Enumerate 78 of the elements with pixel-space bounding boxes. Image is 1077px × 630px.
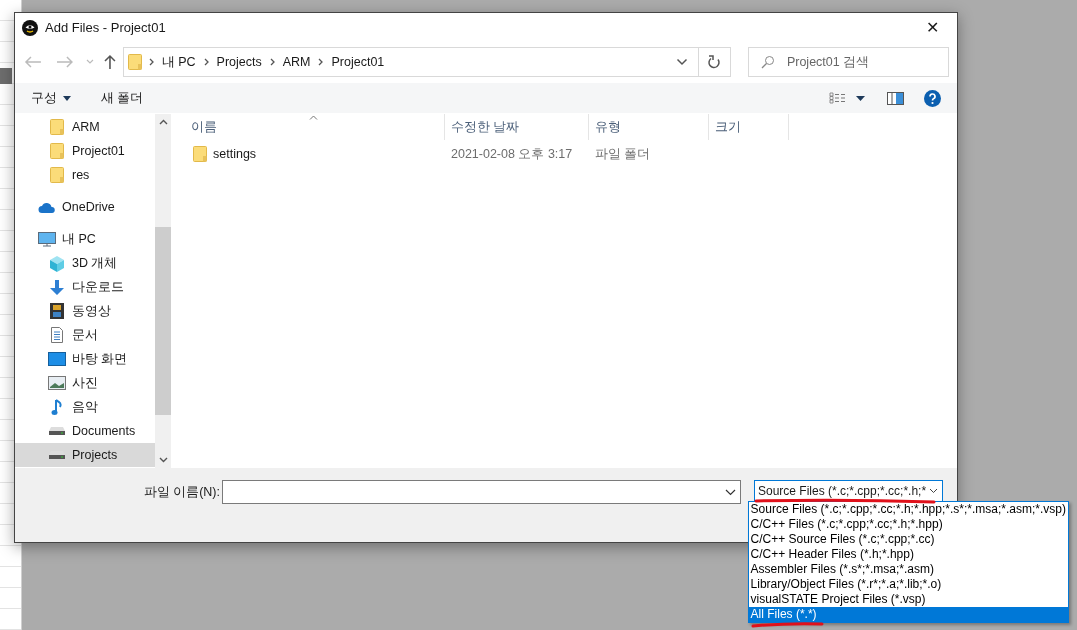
film-icon [49,303,64,319]
document-icon [50,327,63,343]
monitor-icon [47,352,66,366]
sidebar-item[interactable]: Projects [15,443,155,467]
cloud-icon [37,201,56,213]
new-folder-button[interactable]: 새 폴더 [101,88,144,108]
chevron-down-icon [725,488,736,496]
file-name[interactable]: settings [213,144,257,164]
sidebar-item[interactable]: OneDrive [15,195,155,219]
sidebar-item[interactable]: 3D 개체 [15,251,155,275]
landscape-image-icon [47,376,66,390]
scroll-up-icon[interactable] [158,119,168,125]
dropdown-option[interactable]: C/C++ Files (*.c;*.cpp;*.cc;*.h;*.hpp) [748,517,1068,532]
dropdown-option[interactable]: Assembler Files (*.s*;*.msa;*.asm) [748,562,1068,577]
sidebar-item[interactable]: Project01 [15,139,155,163]
drive-icon [48,427,65,435]
breadcrumb-item[interactable]: Projects [215,52,263,72]
dropdown-option[interactable]: visualSTATE Project Files (*.vsp) [748,592,1068,607]
date-cell-text: 2021-02-08 오후 3:17 [450,145,574,163]
sidebar-item[interactable]: Documents [15,419,155,443]
chevron-right-icon [203,58,209,66]
dropdown-caret-icon[interactable] [856,95,865,101]
close-button[interactable]: ✕ [917,14,947,42]
sidebar-item[interactable]: 다운로드 [15,275,155,299]
window-title: Add Files - Project01 [45,19,167,38]
column-header[interactable]: 크기 [709,114,789,140]
folder-icon [193,146,207,162]
folder-icon [49,143,64,159]
type-cell-text: 파일 폴더 [594,145,652,163]
dropdown-option[interactable]: Source Files (*.c;*.cpp;*.cc;*.h;*.hpp;*.s*;*.msa;*.asm;*.vsp) [748,502,1068,517]
dropdown-caret-icon [63,95,71,101]
file-name-label: 파일 이름(N): [142,484,220,501]
dark-cell [0,68,12,84]
breadcrumb-item[interactable]: 내 PC [160,52,197,72]
help-icon[interactable] [924,89,941,107]
dropdown-option[interactable]: Library/Object Files (*.r*;*.a;*.lib;*.o) [748,577,1068,592]
preview-pane-icon[interactable] [887,91,904,105]
breadcrumb-item[interactable]: Project01 [330,52,386,72]
sidebar-item[interactable]: 음악 [15,395,155,419]
view-list-icon[interactable] [829,92,846,104]
column-header[interactable]: 유형 [589,114,709,140]
dropdown-option[interactable]: C/C++ Source Files (*.c;*.cpp;*.cc) [748,532,1068,547]
chevron-down-icon[interactable] [675,58,688,66]
folder-icon [49,167,64,183]
chevron-down-icon [929,488,939,494]
scrollbar-thumb[interactable] [155,227,171,415]
file-type-select[interactable]: Source Files (*.c;*.cpp;*.cc;*.h;* [754,480,944,502]
music-note-icon [50,398,63,416]
column-header[interactable]: 이름 [171,114,445,140]
file-name-field[interactable] [222,480,741,504]
search-field[interactable]: Project01 검색 [747,47,949,77]
breadcrumb-item[interactable]: ARM [281,52,312,72]
chevron-right-icon [148,58,154,66]
search-icon [760,55,775,69]
column-header[interactable]: 수정한 날짜 [445,114,589,140]
scrollbar[interactable] [155,114,171,468]
folder-icon [127,54,142,70]
sidebar-item[interactable]: res [15,163,155,187]
sidebar-item[interactable]: 사진 [15,371,155,395]
sidebar-item[interactable]: ARM [15,115,155,139]
chevron-right-icon [269,58,275,66]
down-arrow-icon [48,278,65,296]
sidebar-item[interactable]: 동영상 [15,299,155,323]
dropdown-option[interactable]: All Files (*.*) [748,607,1068,622]
dropdown-option[interactable]: C/C++ Header Files (*.h;*.hpp) [748,547,1068,562]
scroll-down-icon[interactable] [158,457,168,463]
refresh-icon [707,55,722,69]
eye-logo-icon [22,20,38,36]
sidebar-item[interactable]: 내 PC [15,227,155,251]
folder-icon [49,119,64,135]
up-arrow-icon[interactable] [102,54,117,70]
chevron-right-icon [318,58,324,66]
cube-icon [48,254,65,272]
organize-menu[interactable]: 구성 [31,88,71,108]
sidebar-item[interactable]: 바탕 화면 [15,347,155,371]
monitor-icon [37,231,56,247]
address-bar[interactable]: 내 PC Projects ARM Project01 [122,47,731,77]
sidebar-item[interactable]: 문서 [15,323,155,347]
